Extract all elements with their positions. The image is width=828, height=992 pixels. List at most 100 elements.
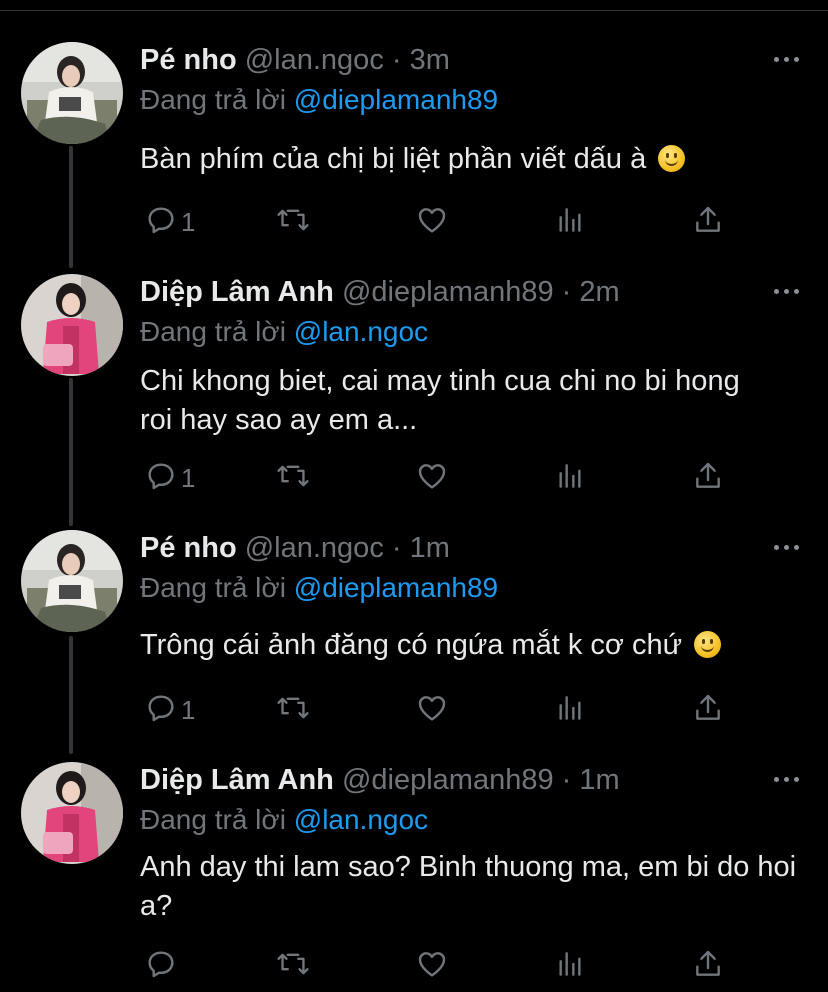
- more-horizontal-icon[interactable]: [774, 276, 800, 306]
- retweet-button[interactable]: [276, 948, 316, 984]
- tweet-text-content: Bàn phím của chị bị liệt phần viết dấu à: [140, 143, 647, 175]
- share-icon: [696, 950, 720, 976]
- slightly-smiling-face-emoji: [658, 145, 686, 172]
- heart-icon: [418, 464, 446, 489]
- avatar[interactable]: [21, 42, 123, 144]
- avatar[interactable]: [21, 274, 123, 376]
- replying-to: Đang trả lời @dieplamanh89: [140, 570, 498, 606]
- share-button[interactable]: [692, 948, 732, 984]
- top-divider: [0, 0, 828, 11]
- replying-to-link[interactable]: @dieplamanh89: [294, 572, 498, 603]
- avatar[interactable]: [21, 762, 123, 864]
- retweet-button[interactable]: [276, 692, 316, 728]
- views-icon: [559, 464, 581, 488]
- tweet-actions: 1: [140, 692, 740, 728]
- tweet-text: Chi khong biet, cai may tinh cua chi no …: [140, 362, 770, 440]
- tweet-actions: 1: [140, 204, 740, 240]
- separator-dot: ·: [553, 764, 580, 796]
- reply-count: 1: [181, 207, 196, 237]
- separator-dot: ·: [383, 532, 410, 564]
- more-horizontal-icon[interactable]: [774, 532, 800, 562]
- views-icon: [559, 696, 581, 720]
- display-name[interactable]: Pé nho: [140, 44, 237, 76]
- tweet-text-content: Trông cái ảnh đăng có ngứa mắt k cơ chứ: [140, 629, 682, 661]
- reply-icon: [148, 951, 174, 978]
- share-icon: [696, 694, 720, 720]
- tweet-header: Diệp Lâm Anh @dieplamanh89 · 2m: [140, 274, 620, 310]
- heart-icon: [418, 208, 446, 233]
- heart-icon: [418, 952, 446, 977]
- heart-icon: [418, 696, 446, 721]
- avatar[interactable]: [21, 530, 123, 632]
- username-handle[interactable]: @lan.ngoc: [245, 532, 384, 564]
- tweet-actions: 1: [140, 460, 740, 496]
- reply-button[interactable]: 1: [145, 692, 205, 728]
- more-horizontal-icon[interactable]: [774, 764, 800, 794]
- tweet-text-content: Anh day thi lam sao? Binh thuong ma, em …: [140, 851, 797, 922]
- reply-button[interactable]: 1: [145, 460, 205, 496]
- more-horizontal-icon[interactable]: [774, 44, 800, 74]
- tweet-header: Pé nho @lan.ngoc · 1m: [140, 530, 450, 566]
- like-button[interactable]: [415, 204, 455, 240]
- retweet-icon: [277, 465, 309, 487]
- views-icon: [559, 952, 581, 976]
- like-button[interactable]: [415, 692, 455, 728]
- replying-prefix: Đang trả lời: [140, 84, 294, 115]
- reply-count: 1: [181, 695, 196, 725]
- share-button[interactable]: [692, 204, 732, 240]
- like-button[interactable]: [415, 460, 455, 496]
- timestamp[interactable]: 1m: [579, 764, 619, 796]
- username-handle[interactable]: @lan.ngoc: [245, 44, 384, 76]
- display-name[interactable]: Pé nho: [140, 532, 237, 564]
- views-button[interactable]: [554, 948, 594, 984]
- username-handle[interactable]: @dieplamanh89: [342, 276, 554, 308]
- share-button[interactable]: [692, 460, 732, 496]
- tweet[interactable]: Pé nho @lan.ngoc · 1m Đang trả lời @diep…: [0, 530, 828, 730]
- retweet-button[interactable]: [276, 460, 316, 496]
- tweet[interactable]: Pé nho @lan.ngoc · 3m Đang trả lời @diep…: [0, 42, 828, 242]
- username-handle[interactable]: @dieplamanh89: [342, 764, 554, 796]
- tweet-text: Anh day thi lam sao? Binh thuong ma, em …: [140, 848, 800, 926]
- replying-prefix: Đang trả lời: [140, 316, 294, 347]
- share-icon: [696, 462, 720, 488]
- like-button[interactable]: [415, 948, 455, 984]
- tweet-header: Diệp Lâm Anh @dieplamanh89 · 1m: [140, 762, 620, 798]
- views-button[interactable]: [554, 204, 594, 240]
- share-button[interactable]: [692, 692, 732, 728]
- replying-to: Đang trả lời @lan.ngoc: [140, 314, 428, 350]
- reply-count: 1: [181, 463, 196, 493]
- tweet-text-content: Chi khong biet, cai may tinh cua chi no …: [140, 365, 740, 436]
- retweet-icon: [277, 697, 309, 719]
- replying-to-link[interactable]: @lan.ngoc: [294, 316, 428, 347]
- replying-to: Đang trả lời @lan.ngoc: [140, 802, 428, 838]
- replying-to: Đang trả lời @dieplamanh89: [140, 82, 498, 118]
- timestamp[interactable]: 2m: [579, 276, 619, 308]
- display-name[interactable]: Diệp Lâm Anh: [140, 764, 334, 796]
- reply-icon: [148, 695, 174, 722]
- views-icon: [559, 208, 581, 232]
- replying-to-link[interactable]: @dieplamanh89: [294, 84, 498, 115]
- reply-icon: [148, 463, 174, 490]
- timestamp[interactable]: 3m: [410, 44, 450, 76]
- tweet-actions: [140, 948, 740, 984]
- retweet-button[interactable]: [276, 204, 316, 240]
- reply-button[interactable]: [145, 948, 205, 984]
- views-button[interactable]: [554, 460, 594, 496]
- tweet-text: Trông cái ảnh đăng có ngứa mắt k cơ chứ: [140, 626, 800, 665]
- views-button[interactable]: [554, 692, 594, 728]
- reply-icon: [148, 207, 174, 234]
- reply-button[interactable]: 1: [145, 204, 205, 240]
- timestamp[interactable]: 1m: [410, 532, 450, 564]
- replying-to-link[interactable]: @lan.ngoc: [294, 804, 428, 835]
- tweet-header: Pé nho @lan.ngoc · 3m: [140, 42, 450, 78]
- replying-prefix: Đang trả lời: [140, 804, 294, 835]
- tweet-text: Bàn phím của chị bị liệt phần viết dấu à: [140, 140, 800, 179]
- tweet[interactable]: Diệp Lâm Anh @dieplamanh89 · 1m Đang trả…: [0, 762, 828, 992]
- slightly-smiling-face-emoji: [694, 631, 722, 658]
- tweet[interactable]: Diệp Lâm Anh @dieplamanh89 · 2m Đang trả…: [0, 274, 828, 504]
- separator-dot: ·: [383, 44, 410, 76]
- display-name[interactable]: Diệp Lâm Anh: [140, 276, 334, 308]
- replying-prefix: Đang trả lời: [140, 572, 294, 603]
- share-icon: [696, 206, 720, 232]
- retweet-icon: [277, 209, 309, 231]
